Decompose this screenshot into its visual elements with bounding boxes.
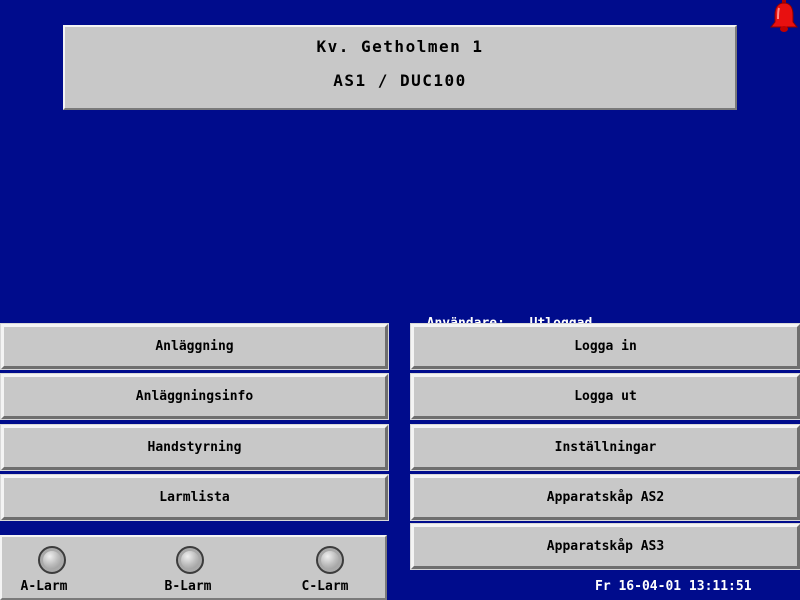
alarm-panel: A-Larm B-Larm C-Larm bbox=[0, 535, 387, 600]
controller-title: AS1 / DUC100 bbox=[333, 71, 467, 90]
b-larm-lamp-icon bbox=[176, 546, 204, 574]
larmlista-button[interactable]: Larmlista bbox=[0, 474, 389, 521]
site-title: Kv. Getholmen 1 bbox=[316, 37, 484, 56]
anlaggning-button-label: Anläggning bbox=[155, 339, 234, 354]
apparatskap-as3-button-label: Apparatskåp AS3 bbox=[546, 539, 665, 554]
installningar-button[interactable]: Inställningar bbox=[410, 424, 800, 471]
logga-in-button-label: Logga in bbox=[574, 339, 637, 354]
logga-ut-button[interactable]: Logga ut bbox=[410, 373, 800, 420]
anlaggning-button[interactable]: Anläggning bbox=[0, 323, 389, 370]
installningar-button-label: Inställningar bbox=[554, 440, 657, 455]
a-larm-label: A-Larm bbox=[20, 579, 68, 594]
anlaggningsinfo-button-label: Anläggningsinfo bbox=[135, 389, 254, 404]
apparatskap-as2-button[interactable]: Apparatskåp AS2 bbox=[410, 474, 800, 521]
c-larm-label: C-Larm bbox=[301, 579, 349, 594]
b-larm-label: B-Larm bbox=[164, 579, 212, 594]
anlaggningsinfo-button[interactable]: Anläggningsinfo bbox=[0, 373, 389, 420]
b-larm-indicator[interactable]: B-Larm bbox=[148, 537, 228, 597]
logga-ut-button-label: Logga ut bbox=[574, 389, 637, 404]
apparatskap-as3-button[interactable]: Apparatskåp AS3 bbox=[410, 523, 800, 570]
c-larm-indicator[interactable]: C-Larm bbox=[285, 537, 365, 597]
a-larm-indicator[interactable]: A-Larm bbox=[4, 537, 84, 597]
c-larm-lamp-icon bbox=[316, 546, 344, 574]
a-larm-lamp-icon bbox=[38, 546, 66, 574]
bell-icon[interactable] bbox=[768, 0, 800, 34]
handstyrning-button[interactable]: Handstyrning bbox=[0, 424, 389, 471]
datetime-display: Fr 16-04-01 13:11:51 bbox=[595, 579, 752, 594]
apparatskap-as2-button-label: Apparatskåp AS2 bbox=[546, 490, 665, 505]
handstyrning-button-label: Handstyrning bbox=[147, 440, 242, 455]
header-panel: Kv. Getholmen 1 AS1 / DUC100 bbox=[63, 25, 737, 110]
logga-in-button[interactable]: Logga in bbox=[410, 323, 800, 370]
larmlista-button-label: Larmlista bbox=[159, 490, 230, 505]
